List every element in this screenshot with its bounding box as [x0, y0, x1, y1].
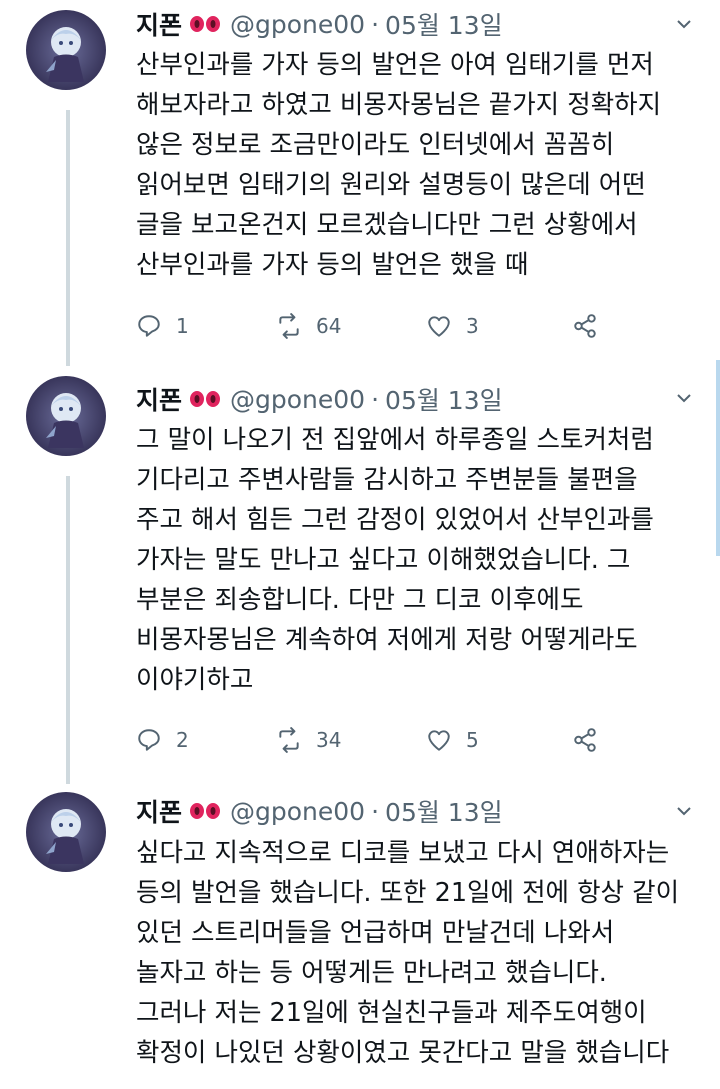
reply-count: 2 — [176, 728, 189, 752]
tweet-text: 그 말이 나오기 전 집앞에서 하루종일 스토커처럼 기다리고 주변사람들 감시… — [136, 425, 654, 695]
retweet-icon — [279, 313, 299, 339]
retweet-count: 34 — [316, 728, 342, 752]
tweet[interactable]: 지폰 @gpone00 · 05월 13일 산부인과를 가자 등의 발언은 아여… — [0, 0, 720, 370]
reply-button[interactable]: 1 — [136, 306, 189, 346]
pig-nose-emoji-icon — [188, 14, 222, 34]
like-button[interactable]: 3 — [426, 306, 479, 346]
share-icon — [574, 314, 596, 338]
tweet-date[interactable]: 05월 13일 — [385, 6, 503, 42]
avatar-image — [26, 792, 106, 872]
retweet-button[interactable]: 34 — [276, 720, 341, 760]
tweet[interactable]: 지폰 @gpone00 · 05월 13일 싶다고 지속적으로 디코를 보냈고 … — [0, 785, 720, 1089]
chevron-down-icon[interactable] — [676, 390, 692, 406]
action-bar: 2 34 5 — [136, 720, 616, 760]
pig-nose-emoji-icon — [188, 801, 222, 821]
avatar[interactable] — [26, 792, 106, 872]
separator: · — [371, 384, 380, 414]
tweet-date[interactable]: 05월 13일 — [385, 793, 503, 829]
avatar-image — [26, 10, 106, 90]
retweet-button[interactable]: 64 — [276, 306, 341, 346]
reply-icon — [138, 729, 160, 751]
avatar[interactable] — [26, 376, 106, 456]
retweet-count: 64 — [316, 314, 342, 338]
reply-count: 1 — [176, 314, 189, 338]
chevron-down-icon[interactable] — [676, 16, 692, 32]
tweet-date[interactable]: 05월 13일 — [385, 381, 503, 417]
user-handle[interactable]: @gpone00 — [230, 797, 365, 826]
heart-icon — [428, 730, 450, 751]
separator: · — [371, 796, 380, 826]
tweet-header: 지폰 @gpone00 · 05월 13일 — [136, 6, 503, 42]
user-handle[interactable]: @gpone00 — [230, 385, 365, 414]
tweet[interactable]: 지폰 @gpone00 · 05월 13일 그 말이 나오기 전 집앞에서 하루… — [0, 370, 720, 785]
tweet-header: 지폰 @gpone00 · 05월 13일 — [136, 381, 503, 417]
like-count: 5 — [466, 728, 479, 752]
display-name[interactable]: 지폰 — [136, 793, 182, 829]
like-button[interactable]: 5 — [426, 720, 479, 760]
pig-nose-emoji-icon — [188, 389, 222, 409]
like-count: 3 — [466, 314, 479, 338]
separator: · — [371, 9, 380, 39]
display-name[interactable]: 지폰 — [136, 6, 182, 42]
reply-icon — [138, 315, 160, 337]
user-handle[interactable]: @gpone00 — [230, 10, 365, 39]
share-button[interactable] — [572, 306, 598, 346]
retweet-icon — [279, 727, 299, 753]
display-name[interactable]: 지폰 — [136, 381, 182, 417]
action-bar: 1 64 3 — [136, 306, 616, 346]
tweet-text: 싶다고 지속적으로 디코를 보냈고 다시 연애하자는 등의 발언을 했습니다. … — [136, 838, 680, 1068]
avatar[interactable] — [26, 10, 106, 90]
share-icon — [574, 728, 596, 752]
tweet-header: 지폰 @gpone00 · 05월 13일 — [136, 793, 503, 829]
heart-icon — [428, 316, 450, 337]
scrollbar[interactable] — [716, 360, 720, 556]
tweet-text: 산부인과를 가자 등의 발언은 아여 임태기를 먼저 해보자라고 하였고 비몽자… — [136, 50, 662, 280]
avatar-image — [26, 376, 106, 456]
share-button[interactable] — [572, 720, 598, 760]
reply-button[interactable]: 2 — [136, 720, 189, 760]
chevron-down-icon[interactable] — [676, 803, 692, 819]
